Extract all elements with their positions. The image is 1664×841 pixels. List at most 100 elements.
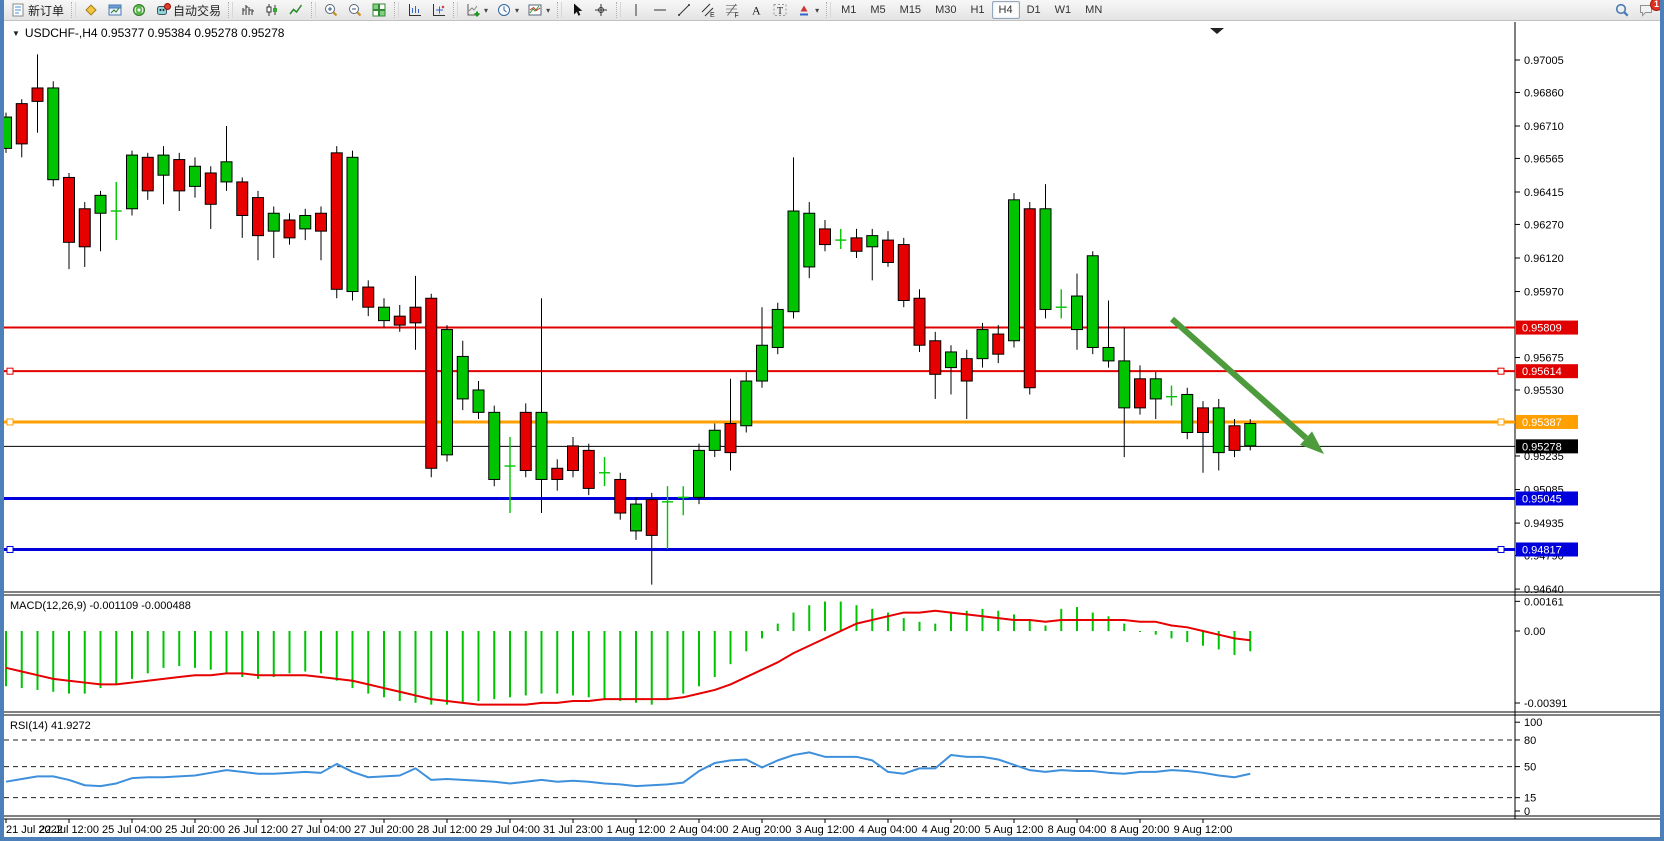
tile-windows-button[interactable] <box>367 1 391 20</box>
svg-text:15: 15 <box>1524 793 1536 805</box>
time-label: 5 Aug 12:00 <box>985 824 1044 836</box>
chevron-down-icon[interactable]: ▾ <box>815 6 819 15</box>
time-label: 8 Aug 04:00 <box>1048 824 1107 836</box>
svg-text:F: F <box>735 13 739 19</box>
time-axis: 21 Jul 202222 Jul 12:0025 Jul 04:0025 Ju… <box>6 819 1232 836</box>
text-button[interactable]: A <box>744 1 768 20</box>
timeframe-button-m5[interactable]: M5 <box>863 1 892 19</box>
cursor-button[interactable] <box>565 1 589 20</box>
svg-text:A: A <box>752 4 761 18</box>
candle-chart-button[interactable] <box>260 1 284 20</box>
toolbar-separator <box>616 2 621 18</box>
price-axis: 0.97005 0.96860 0.96710 0.96565 0.96415 0.962… <box>1515 55 1578 818</box>
search-icon <box>1614 2 1630 18</box>
market-watch-button[interactable] <box>103 1 127 20</box>
macd-panel <box>5 602 1251 705</box>
track-chart-button[interactable] <box>426 1 450 20</box>
timeframe-button-m15[interactable]: M15 <box>893 1 928 19</box>
auto-trading-button[interactable]: 自动交易 <box>151 1 225 20</box>
chevron-down-icon[interactable]: ▾ <box>515 6 519 15</box>
window-border-right <box>1660 0 1664 841</box>
auto-trading-button-label: 自动交易 <box>173 2 221 19</box>
time-label: 8 Aug 20:00 <box>1111 824 1170 836</box>
rsi-indicator-label: RSI(14) 41.9272 <box>10 720 91 732</box>
line-chart-button[interactable] <box>284 1 308 20</box>
channel-button[interactable]: E <box>696 1 720 20</box>
chart-window[interactable]: 0.97005 0.96860 0.96710 0.96565 0.96415 0.962… <box>4 22 1660 837</box>
toolbar-group <box>402 0 450 20</box>
periods-button[interactable]: ▾ <box>492 1 523 20</box>
hline-handle[interactable] <box>1498 419 1504 425</box>
time-label: 25 Jul 04:00 <box>102 824 162 836</box>
toolbar-group <box>319 0 391 20</box>
hline-button[interactable] <box>648 1 672 20</box>
periods-icon <box>496 2 512 18</box>
hline-icon <box>652 2 668 18</box>
crosshair-icon <box>593 2 609 18</box>
timeframe-button-mn[interactable]: MN <box>1078 1 1109 19</box>
timeframe-button-h1[interactable]: H1 <box>963 1 991 19</box>
hline-handle[interactable] <box>1498 368 1504 374</box>
time-label: 9 Aug 12:00 <box>1174 824 1233 836</box>
hline-handle[interactable] <box>1498 546 1504 552</box>
zoom-out-icon <box>347 2 363 18</box>
svg-text:0.96565: 0.96565 <box>1524 153 1564 165</box>
svg-text:0.96860: 0.96860 <box>1524 87 1564 99</box>
chevron-down-icon[interactable]: ▾ <box>546 6 550 15</box>
crosshair-button[interactable] <box>589 1 613 20</box>
hline-handle[interactable] <box>7 419 13 425</box>
chevron-down-icon[interactable]: ▾ <box>484 6 488 15</box>
line-chart-icon <box>288 2 304 18</box>
indicators-button[interactable]: ▾ <box>461 1 492 20</box>
signals-button[interactable] <box>127 1 151 20</box>
macd-indicator-label: MACD(12,26,9) -0.001109 -0.000488 <box>10 600 191 612</box>
templates-button[interactable]: ▾ <box>523 1 554 20</box>
label-button[interactable]: T <box>768 1 792 20</box>
zoom-out-button[interactable] <box>343 1 367 20</box>
svg-text:0: 0 <box>1524 806 1530 818</box>
vline-button[interactable] <box>624 1 648 20</box>
notifications-button[interactable]: 1 <box>1634 1 1658 20</box>
zoom-in-button[interactable] <box>319 1 343 20</box>
time-label: 27 Jul 04:00 <box>291 824 351 836</box>
time-label: 2 Aug 04:00 <box>670 824 729 836</box>
svg-text:0.96415: 0.96415 <box>1524 187 1564 199</box>
svg-text:0.96270: 0.96270 <box>1524 219 1564 231</box>
candle-chart-icon <box>264 2 280 18</box>
arrows-button[interactable]: ▾ <box>792 1 823 20</box>
timeframe-button-h4[interactable]: H4 <box>992 1 1020 19</box>
auto-arrange-button[interactable] <box>402 1 426 20</box>
hline-handle[interactable] <box>7 546 13 552</box>
toolbar-separator <box>557 2 562 18</box>
tile-windows-icon <box>371 2 387 18</box>
fibonacci-button[interactable]: F <box>720 1 744 20</box>
chart-title-text: USDCHF-,H4 0.95377 0.95384 0.95278 0.952… <box>25 26 285 40</box>
candles-layer <box>4 54 1256 584</box>
bar-chart-button[interactable] <box>236 1 260 20</box>
profiles-button[interactable] <box>79 1 103 20</box>
svg-text:0.97005: 0.97005 <box>1524 55 1564 67</box>
hline-handle[interactable] <box>7 368 13 374</box>
timeframe-button-d1[interactable]: D1 <box>1020 1 1048 19</box>
price-chart[interactable]: 0.97005 0.96860 0.96710 0.96565 0.96415 0.962… <box>4 22 1660 837</box>
time-label: 31 Jul 23:00 <box>543 824 603 836</box>
toolbar-group: E F AT ▾ <box>624 0 823 20</box>
toolbar-group <box>565 0 613 20</box>
new-order-button[interactable]: 新订单 <box>6 1 68 20</box>
svg-text:50: 50 <box>1524 762 1536 774</box>
window-border-bottom <box>0 837 1664 841</box>
time-label: 29 Jul 04:00 <box>480 824 540 836</box>
svg-text:0.95530: 0.95530 <box>1524 385 1564 397</box>
timeframe-button-m1[interactable]: M1 <box>834 1 863 19</box>
timeframe-button-m30[interactable]: M30 <box>928 1 963 19</box>
timeframe-button-w1[interactable]: W1 <box>1048 1 1079 19</box>
trendline-button[interactable] <box>672 1 696 20</box>
time-label: 26 Jul 12:00 <box>228 824 288 836</box>
arrange2-icon <box>430 2 446 18</box>
search-button[interactable] <box>1610 1 1634 20</box>
svg-text:80: 80 <box>1524 735 1536 747</box>
cursor-icon <box>569 2 585 18</box>
svg-text:0.95614: 0.95614 <box>1522 366 1562 378</box>
collapse-icon[interactable]: ▼ <box>12 29 20 38</box>
svg-text:0.96710: 0.96710 <box>1524 121 1564 133</box>
